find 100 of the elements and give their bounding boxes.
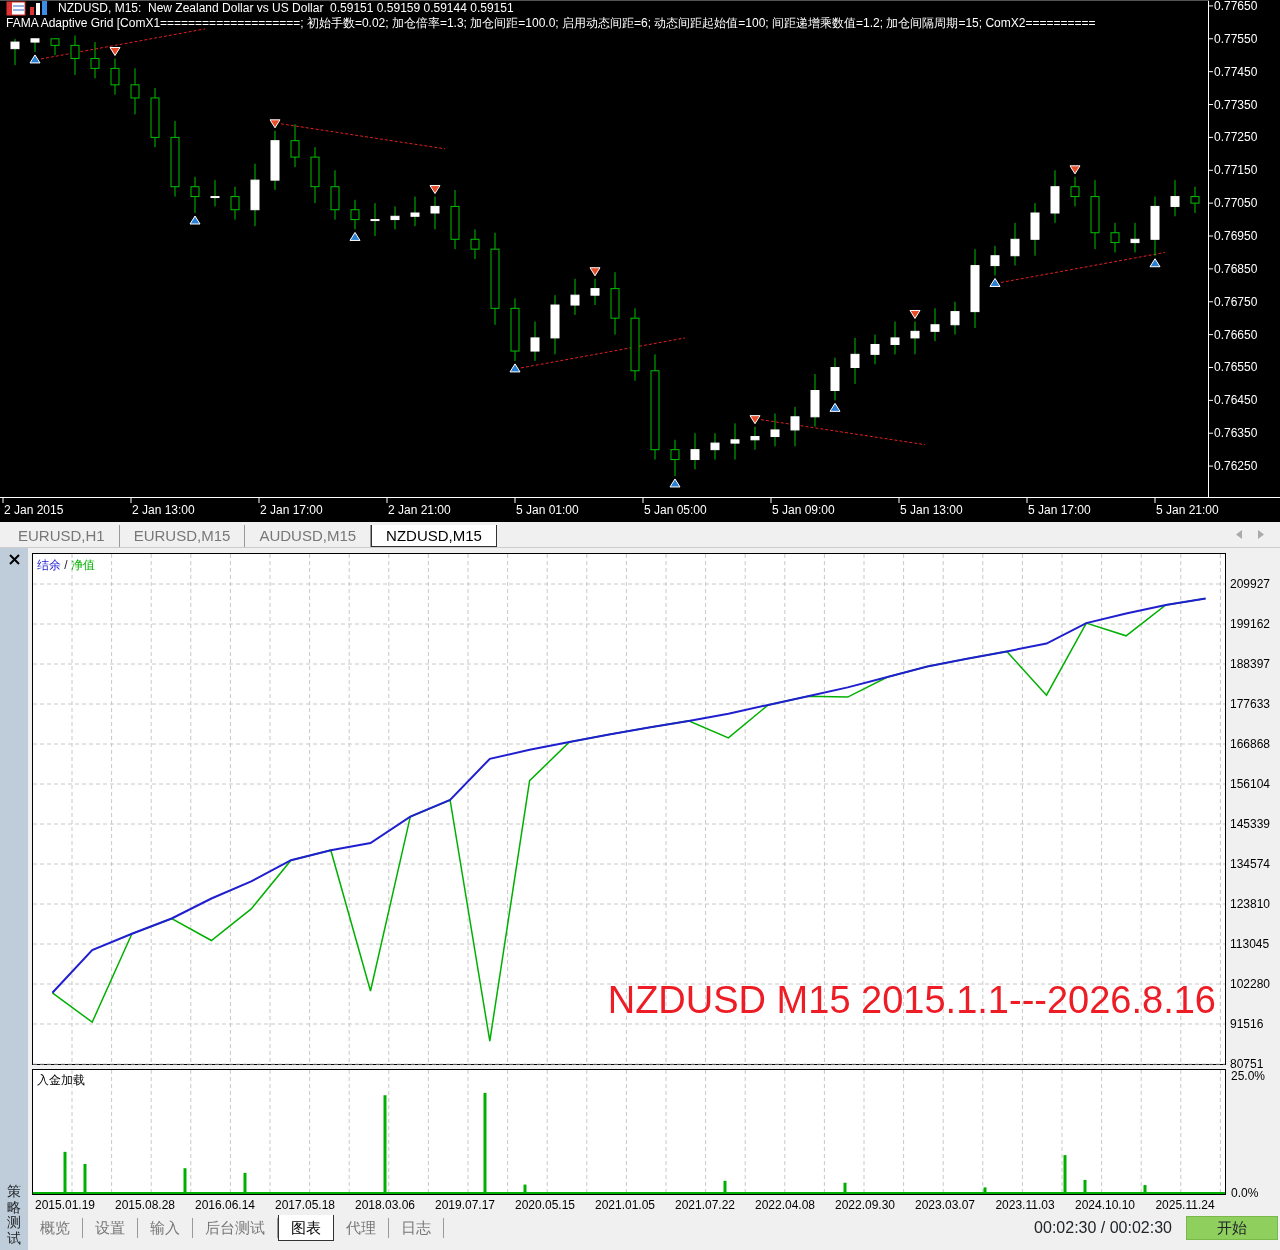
candle — [110, 58, 120, 96]
price-label: 0.76850 — [1214, 261, 1258, 276]
date-label: 2025.11.24 — [1155, 1198, 1215, 1212]
time-label: 2 Jan 21:00 — [388, 503, 451, 517]
candle — [1070, 176, 1080, 207]
down-arrow-icon — [909, 309, 921, 319]
axis-label: 177633 — [1230, 697, 1271, 711]
axis-label: 209927 — [1230, 577, 1271, 591]
price-label: 0.77350 — [1214, 97, 1258, 112]
down-arrow-icon — [749, 415, 761, 425]
date-label: 2023.03.07 — [914, 1198, 976, 1212]
legend-label: 净值 — [71, 558, 95, 572]
date-label: 2020.05.15 — [514, 1198, 576, 1212]
candle — [1010, 222, 1020, 267]
down-arrow-icon — [269, 119, 281, 129]
tester-tab[interactable]: 日志 — [389, 1218, 444, 1238]
time-label: 5 Jan 05:00 — [644, 503, 707, 517]
up-arrow-icon — [349, 231, 361, 241]
candle — [530, 320, 540, 362]
legend-separator: / — [63, 558, 69, 572]
candle — [750, 426, 760, 451]
candle — [470, 228, 480, 260]
down-arrow-icon — [109, 47, 121, 56]
date-label: 2017.05.18 — [274, 1198, 336, 1212]
up-arrow-icon — [989, 277, 1001, 287]
candle — [1110, 222, 1120, 253]
date-label: 2018.03.06 — [354, 1198, 416, 1212]
axis-label: 145339 — [1230, 817, 1271, 831]
price-label: 0.76750 — [1214, 294, 1258, 309]
date-label: 2024.10.10 — [1074, 1198, 1136, 1212]
up-arrow-icon — [29, 54, 41, 64]
candle — [550, 294, 560, 355]
date-label: 2015.01.19 — [34, 1198, 96, 1212]
axis-label: 199162 — [1230, 617, 1271, 631]
candle — [1130, 222, 1140, 253]
price-label: 0.77050 — [1214, 196, 1258, 211]
price-label: 0.76650 — [1214, 327, 1258, 342]
chart-tab[interactable]: EURUSD,M15 — [119, 525, 246, 547]
time-label: 2 Jan 17:00 — [260, 503, 323, 517]
scroll-left-icon[interactable] — [1236, 530, 1242, 539]
price-label: 0.77550 — [1214, 31, 1258, 46]
candle — [1190, 186, 1200, 214]
scroll-right-icon[interactable] — [1258, 530, 1264, 539]
price-label: 0.77650 — [1214, 0, 1258, 13]
candle — [830, 357, 840, 401]
candle — [330, 169, 340, 221]
candle — [250, 163, 260, 227]
candle — [1030, 202, 1040, 257]
candle — [210, 179, 220, 207]
bar-chart-icon — [30, 1, 47, 15]
tester-tab[interactable]: 图表 — [278, 1215, 334, 1241]
time-label: 2 Jan 2015 — [4, 503, 64, 517]
candle — [290, 123, 300, 168]
down-arrow-icon — [1069, 165, 1081, 175]
date-label: 2022.04.08 — [754, 1198, 816, 1212]
axis-label: 134574 — [1230, 857, 1271, 871]
tester-tab[interactable]: 概览 — [28, 1218, 83, 1238]
date-label: 2021.07.22 — [674, 1198, 736, 1212]
up-arrow-icon — [189, 215, 201, 225]
table-icon — [6, 1, 26, 16]
candle — [810, 373, 820, 428]
candle — [790, 406, 800, 447]
date-label: 2015.08.28 — [114, 1198, 176, 1212]
chart-tab[interactable]: EURUSD,H1 — [4, 525, 120, 547]
price-label: 0.77150 — [1214, 163, 1258, 178]
candle — [990, 245, 1000, 276]
axis-label: 80751 — [1230, 1057, 1264, 1068]
candle — [870, 334, 880, 365]
close-button[interactable] — [8, 554, 20, 565]
candle — [950, 301, 960, 336]
time-label: 5 Jan 17:00 — [1028, 503, 1091, 517]
up-arrow-icon — [1149, 258, 1161, 268]
axis-label: 102280 — [1230, 977, 1271, 991]
tester-tab[interactable]: 设置 — [83, 1218, 138, 1238]
candle — [230, 186, 240, 221]
axis-label: 25.0% — [1231, 1069, 1266, 1084]
time-label: 5 Jan 13:00 — [900, 503, 963, 517]
axis-label: 166868 — [1230, 737, 1271, 751]
chart-tab[interactable]: NZDUSD,M15 — [371, 525, 497, 547]
down-arrow-icon — [589, 267, 601, 277]
axis-label: 91516 — [1230, 1017, 1264, 1031]
candle — [270, 130, 280, 191]
up-arrow-icon — [829, 402, 841, 412]
candle — [130, 67, 140, 115]
candle — [390, 205, 400, 230]
date-label: 2022.09.30 — [834, 1198, 896, 1212]
tester-tab[interactable]: 输入 — [138, 1218, 193, 1238]
candle — [710, 432, 720, 461]
time-label: 5 Jan 09:00 — [772, 503, 835, 517]
candle — [610, 271, 620, 336]
time-label: 2 Jan 13:00 — [132, 503, 195, 517]
candle — [1170, 179, 1180, 217]
candle — [690, 432, 700, 470]
candle — [1150, 196, 1160, 257]
axis-label: 156104 — [1230, 777, 1271, 791]
date-label: 2023.11.03 — [995, 1198, 1055, 1212]
axis-label: 0.0% — [1231, 1186, 1259, 1200]
tester-tab[interactable]: 代理 — [334, 1218, 389, 1238]
candle — [190, 176, 200, 214]
start-button[interactable]: 开始 — [1186, 1216, 1278, 1240]
